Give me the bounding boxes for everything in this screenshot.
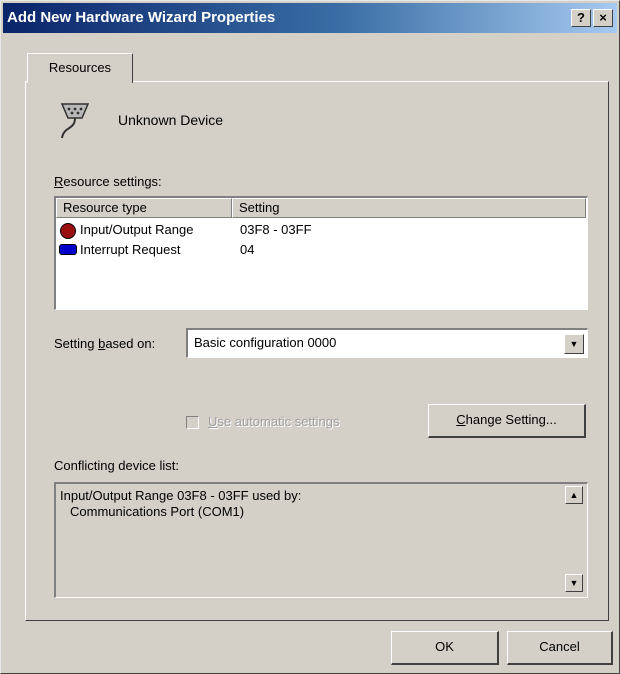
dropdown-arrow-button[interactable]: ▼: [564, 334, 584, 354]
scroll-down-button[interactable]: ▼: [565, 574, 583, 592]
conflict-line-2: Communications Port (COM1): [70, 504, 245, 519]
resource-type: Input/Output Range: [80, 222, 194, 237]
scroll-up-button[interactable]: ▲: [565, 486, 583, 504]
automatic-settings-label: Use automatic settings: [208, 414, 340, 429]
tab-resources[interactable]: Resources: [27, 53, 133, 83]
list-item[interactable]: Interrupt Request 04: [58, 240, 586, 260]
list-item[interactable]: Input/Output Range 03F8 - 03FF: [58, 220, 586, 240]
column-header-resource-type[interactable]: Resource type: [56, 198, 232, 218]
close-button[interactable]: ×: [593, 9, 613, 27]
io-range-icon: [60, 223, 76, 239]
vertical-scrollbar[interactable]: ▲ ▼: [564, 484, 584, 594]
properties-dialog: Add New Hardware Wizard Properties ? × R…: [0, 0, 620, 674]
column-header-setting[interactable]: Setting: [232, 198, 586, 218]
conflict-line-1: Input/Output Range 03F8 - 03FF used by:: [60, 488, 302, 503]
resources-panel: Unknown Device Resource settings: Resour…: [25, 81, 609, 621]
conflicting-device-list-label: Conflicting device list:: [54, 458, 179, 473]
cancel-button[interactable]: Cancel: [507, 631, 613, 665]
tab-resources-label: Resources: [48, 60, 112, 75]
help-button[interactable]: ?: [571, 9, 591, 27]
window-title: Add New Hardware Wizard Properties: [7, 9, 276, 26]
automatic-settings-checkbox[interactable]: [186, 416, 199, 429]
device-name: Unknown Device: [118, 112, 224, 128]
title-bar[interactable]: Add New Hardware Wizard Properties ? ×: [3, 3, 617, 33]
serial-port-icon: [60, 103, 90, 139]
change-setting-button[interactable]: Change Setting...: [428, 404, 586, 438]
configuration-value: Basic configuration 0000: [194, 335, 337, 350]
resource-settings-label: Resource settings:: [54, 174, 162, 189]
setting-based-on-label: Setting based on:: [54, 336, 156, 351]
resource-list[interactable]: Resource type Setting Input/Output Range…: [54, 196, 588, 310]
conflicting-device-list[interactable]: Input/Output Range 03F8 - 03FF used by: …: [54, 482, 588, 598]
configuration-dropdown[interactable]: Basic configuration 0000 ▼: [186, 328, 588, 358]
resource-setting: 04: [240, 242, 255, 257]
irq-icon: [59, 244, 77, 255]
resource-type: Interrupt Request: [80, 242, 181, 257]
resource-setting: 03F8 - 03FF: [240, 222, 312, 237]
ok-button[interactable]: OK: [391, 631, 499, 665]
